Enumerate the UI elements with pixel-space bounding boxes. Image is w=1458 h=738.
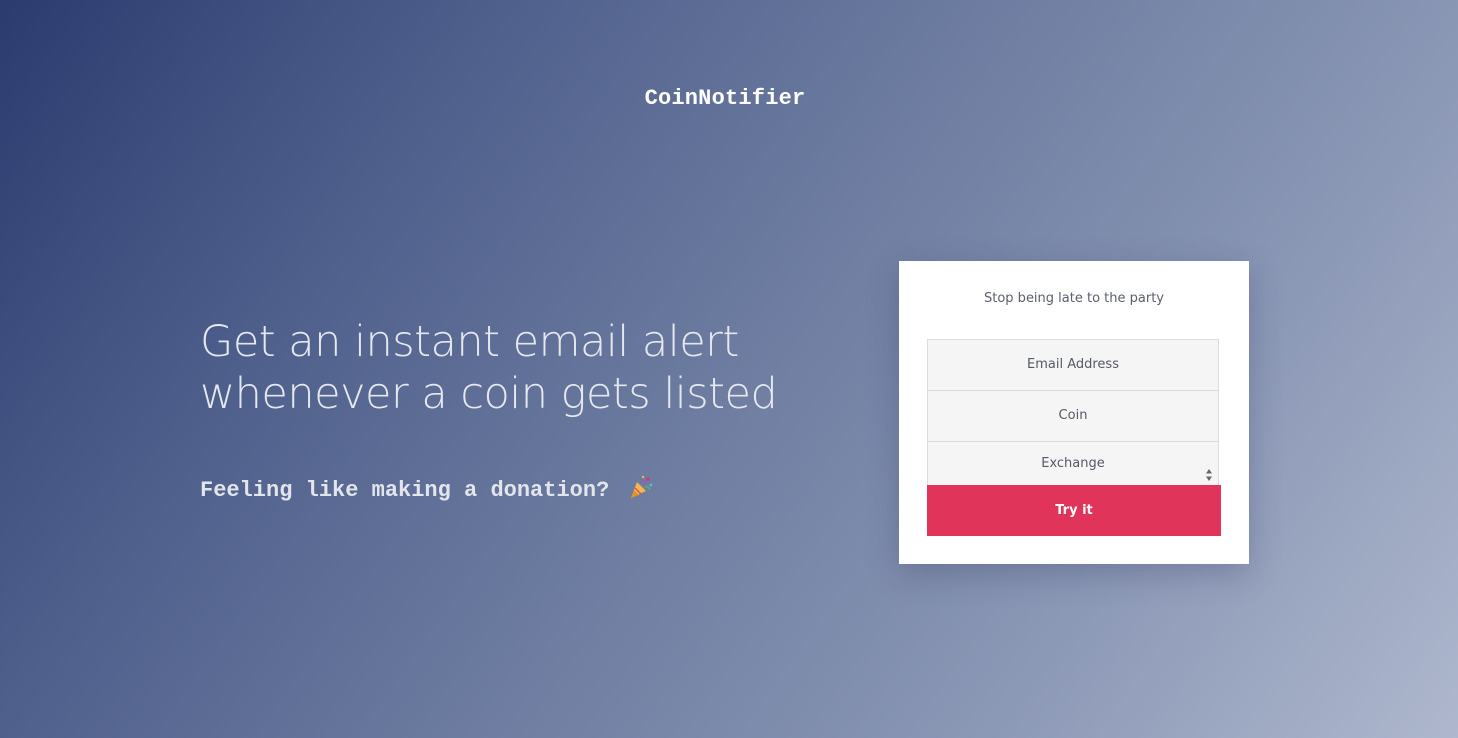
- card-tagline: Stop being late to the party: [984, 291, 1164, 306]
- headline-line-1: Get an instant email alert: [200, 317, 739, 367]
- email-placeholder: Email Address: [1027, 357, 1119, 372]
- email-field[interactable]: Email Address: [927, 339, 1219, 391]
- brand-logo[interactable]: CoinNotifier: [0, 86, 1450, 111]
- hero-headline: Get an instant email alert whenever a co…: [200, 316, 840, 420]
- coin-field[interactable]: Coin: [927, 390, 1219, 442]
- try-it-button[interactable]: Try it: [927, 485, 1221, 536]
- signup-card: Stop being late to the party Email Addre…: [899, 261, 1249, 564]
- coin-placeholder: Coin: [1058, 408, 1088, 423]
- donation-link[interactable]: Feeling like making a donation?: [200, 474, 654, 507]
- exchange-select[interactable]: Exchange: [927, 441, 1219, 486]
- donation-text: Feeling like making a donation?: [200, 478, 610, 503]
- headline-line-2: whenever a coin gets listed: [200, 369, 778, 419]
- party-popper-icon: [628, 474, 654, 507]
- exchange-selected-value: Exchange: [1041, 456, 1105, 471]
- select-arrows-icon: [1205, 457, 1213, 481]
